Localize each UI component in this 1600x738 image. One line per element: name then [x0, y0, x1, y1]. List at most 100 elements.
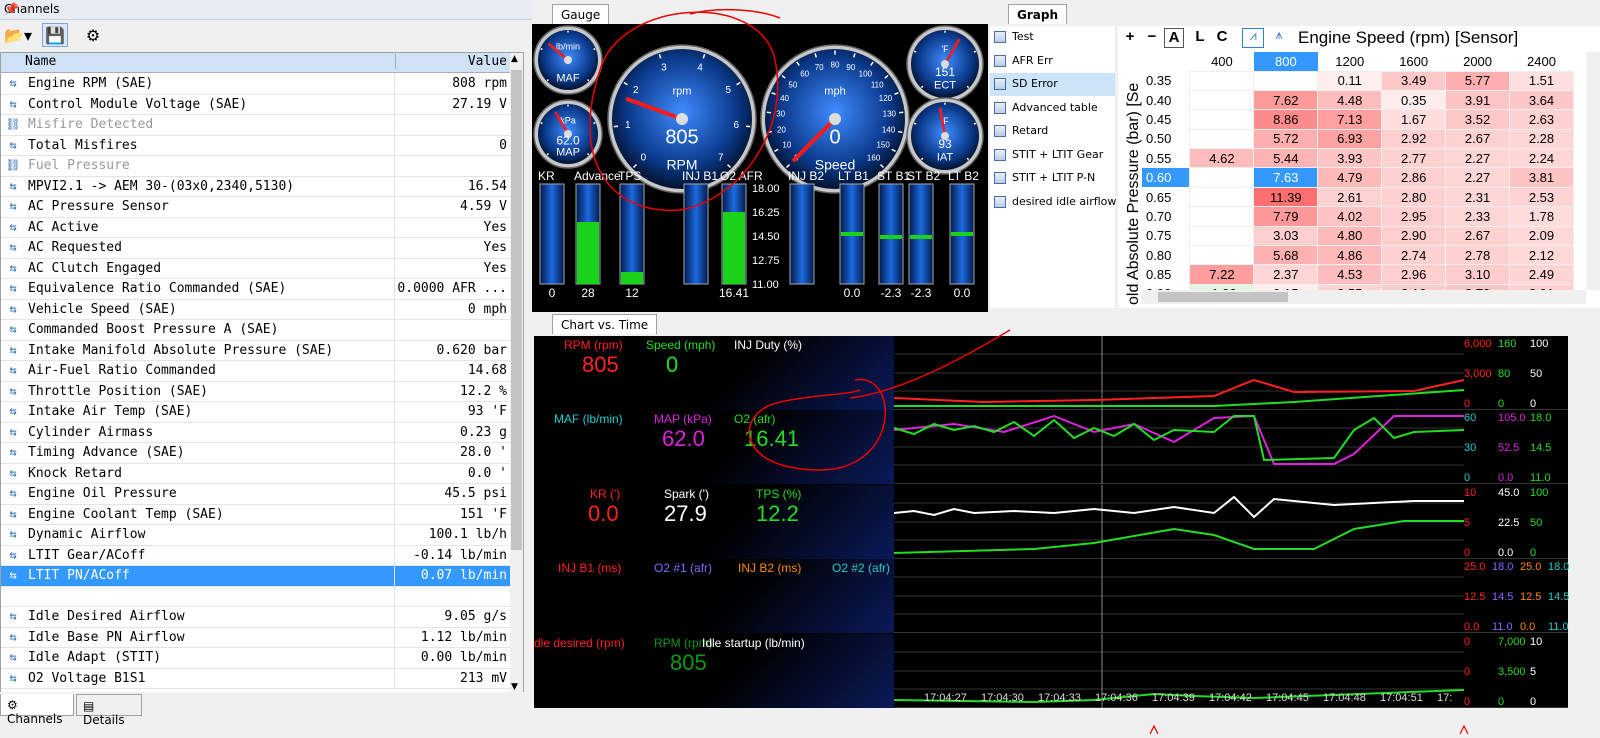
graph-table-cell[interactable]: 4.02: [1317, 206, 1383, 227]
channel-row[interactable]: ⇆ Control Module Voltage (SAE) 27.19 V: [1, 94, 523, 115]
graph-column-header[interactable]: 400: [1189, 52, 1254, 71]
graph-table-cell[interactable]: 1.51: [1509, 70, 1574, 91]
graph-table-cell[interactable]: 2.95: [1381, 206, 1447, 227]
tab-gauge[interactable]: Gauge: [552, 4, 610, 24]
graph-table-cell[interactable]: [1189, 186, 1255, 208]
graph-table-cell[interactable]: 2.24: [1509, 148, 1574, 169]
channel-row[interactable]: ⇆ Cylinder Airmass 0.23 g: [1, 422, 523, 443]
graph-cross-view-icon[interactable]: ⩚: [1268, 28, 1290, 48]
graph-table-cell[interactable]: 2.09: [1509, 225, 1574, 247]
graph-row-header[interactable]: 0.80: [1142, 245, 1190, 265]
graph-table-cell[interactable]: [1189, 206, 1255, 227]
graph-table-cell[interactable]: 2.37: [1253, 264, 1319, 285]
graph-vscroll[interactable]: [1586, 52, 1600, 290]
graph-table-cell[interactable]: 2.33: [1445, 206, 1511, 227]
graph-table-cell[interactable]: [1189, 225, 1255, 247]
graph-table-cell[interactable]: 2.67: [1445, 128, 1511, 150]
channel-row[interactable]: ⇆ AC Requested Yes: [1, 238, 523, 259]
channel-row[interactable]: ⇆ Equivalence Ratio Commanded (SAE) 0.0000…: [1, 279, 523, 300]
channel-row[interactable]: ⇆ Intake Manifold Absolute Pressure (SAE)…: [1, 340, 523, 361]
graph-table-cell[interactable]: 2.80: [1381, 186, 1447, 208]
graph-table-cell[interactable]: [1189, 70, 1255, 91]
channel-row[interactable]: ⇆ MPVI2.1 -> AEM 30-(03x0,2340,5130) 16.54: [1, 176, 523, 197]
channel-row[interactable]: ⇆ Total Misfires 0: [1, 135, 523, 156]
channel-row[interactable]: ⇆ Commanded Boost Pressure A (SAE): [1, 320, 523, 341]
graph-table-cell[interactable]: 2.96: [1381, 264, 1447, 285]
channel-row[interactable]: ⇆ O2 Voltage B1S1 213 mV: [1, 668, 523, 689]
graph-table-cell[interactable]: [1189, 245, 1255, 266]
graph-tool-button[interactable]: A: [1164, 28, 1184, 48]
graph-table-cell[interactable]: 2.61: [1317, 186, 1383, 208]
graph-table-cell[interactable]: 3.03: [1253, 225, 1319, 247]
graph-line-view-icon[interactable]: ⩘: [1242, 28, 1264, 48]
graph-table-cell[interactable]: 4.79: [1317, 167, 1383, 188]
graph-table-cell[interactable]: [1253, 70, 1319, 91]
graph-table-cell[interactable]: 7.13: [1317, 109, 1383, 130]
channel-row[interactable]: ⛓ Fuel Pressure: [1, 156, 523, 177]
graph-table-cell[interactable]: 8.86: [1253, 109, 1319, 130]
graph-list-item[interactable]: SD Error: [990, 73, 1115, 96]
graph-table-cell[interactable]: 2.77: [1381, 148, 1447, 169]
graph-table-cell[interactable]: 2.78: [1445, 245, 1511, 266]
graph-table-cell[interactable]: 2.28: [1509, 128, 1574, 150]
channel-row[interactable]: ⇆ Timing Advance (SAE) 28.0 ': [1, 443, 523, 464]
graph-table-cell[interactable]: 4.62: [1189, 148, 1255, 169]
scroll-up-icon[interactable]: ▲: [511, 54, 518, 64]
graph-table-cell[interactable]: 5.44: [1253, 148, 1319, 169]
scroll-down-icon[interactable]: ▼: [511, 682, 518, 692]
graph-list-item[interactable]: STIT + LTIT Gear: [990, 144, 1115, 167]
channel-row[interactable]: ⇆ Dynamic Airflow 100.1 lb/h: [1, 525, 523, 546]
graph-table-cell[interactable]: 1.78: [1509, 206, 1574, 227]
graph-list-item[interactable]: STIT + LTIT P-N: [990, 167, 1115, 190]
graph-table-cell[interactable]: 3.10: [1445, 264, 1511, 285]
channel-row[interactable]: ⇆ LTIT Gear/ACoff -0.14 lb/min: [1, 545, 523, 566]
graph-table-cell[interactable]: 5.72: [1253, 128, 1319, 150]
settings-gear-icon[interactable]: ⚙: [80, 23, 106, 47]
graph-column-header[interactable]: 2000: [1445, 52, 1510, 71]
graph-list-item[interactable]: Retard: [990, 120, 1115, 143]
channel-row[interactable]: [1, 586, 523, 607]
graph-table-cell[interactable]: 7.79: [1253, 206, 1319, 227]
tab-chart-vs-time[interactable]: Chart vs. Time: [552, 314, 658, 334]
channel-row[interactable]: ⇆ Knock Retard 0.0 ': [1, 463, 523, 484]
channel-row[interactable]: ⇆ Throttle Position (SAE) 12.2 %: [1, 381, 523, 402]
graph-table-cell[interactable]: 5.68: [1253, 245, 1319, 266]
channels-scrollbar-thumb[interactable]: [511, 70, 522, 550]
tab-channels[interactable]: ⚙ Channels: [0, 694, 74, 726]
graph-table-cell[interactable]: 2.86: [1381, 167, 1447, 188]
graph-table-cell[interactable]: 2.49: [1509, 264, 1574, 285]
graph-table-cell[interactable]: 2.53: [1509, 186, 1574, 208]
graph-table-cell[interactable]: 2.12: [1509, 245, 1574, 266]
graph-table-cell[interactable]: 0.35: [1381, 89, 1447, 111]
graph-row-header[interactable]: 0.35: [1142, 71, 1190, 91]
graph-row-header[interactable]: 0.75: [1142, 226, 1190, 246]
graph-table-cell[interactable]: 4.53: [1317, 264, 1383, 285]
graph-table-cell[interactable]: 7.63: [1253, 167, 1319, 188]
graph-table-cell[interactable]: [1189, 167, 1255, 188]
graph-table-cell[interactable]: 2.31: [1445, 186, 1511, 208]
channel-row[interactable]: ⇆ Vehicle Speed (SAE) 0 mph: [1, 299, 523, 320]
graph-column-header[interactable]: 2400: [1509, 52, 1574, 71]
graph-table-cell[interactable]: [1189, 109, 1255, 130]
graph-table-cell[interactable]: 7.22: [1189, 264, 1255, 285]
graph-tool-button[interactable]: C: [1212, 28, 1232, 48]
graph-table-cell[interactable]: 1.67: [1381, 109, 1447, 130]
graph-row-header[interactable]: 0.65: [1142, 187, 1190, 207]
graph-table-cell[interactable]: 3.93: [1317, 148, 1383, 169]
graph-table-cell[interactable]: 2.27: [1445, 167, 1511, 188]
graph-row-header[interactable]: 0.45: [1142, 109, 1190, 130]
graph-table-cell[interactable]: 0.11: [1317, 70, 1383, 91]
graph-row-header[interactable]: 0.85: [1142, 264, 1190, 285]
graph-table-cell[interactable]: 3.64: [1509, 89, 1574, 111]
graph-row-header[interactable]: 0.60: [1142, 167, 1190, 188]
graph-table-cell[interactable]: 4.48: [1317, 89, 1383, 111]
graph-table-cell[interactable]: 4.80: [1317, 225, 1383, 247]
graph-column-header[interactable]: 1600: [1381, 52, 1446, 71]
channel-row[interactable]: ⇆ Engine RPM (SAE) 808 rpm: [1, 74, 523, 95]
channel-row[interactable]: ⇆ Idle Adapt (STIT) 0.00 lb/min: [1, 648, 523, 669]
graph-table-cell[interactable]: 2.90: [1381, 225, 1447, 247]
channel-row[interactable]: ⇆ AC Active Yes: [1, 217, 523, 238]
graph-table-cell[interactable]: [1189, 128, 1255, 150]
graph-table-cell[interactable]: 7.62: [1253, 89, 1319, 111]
save-icon[interactable]: 💾: [42, 23, 68, 47]
